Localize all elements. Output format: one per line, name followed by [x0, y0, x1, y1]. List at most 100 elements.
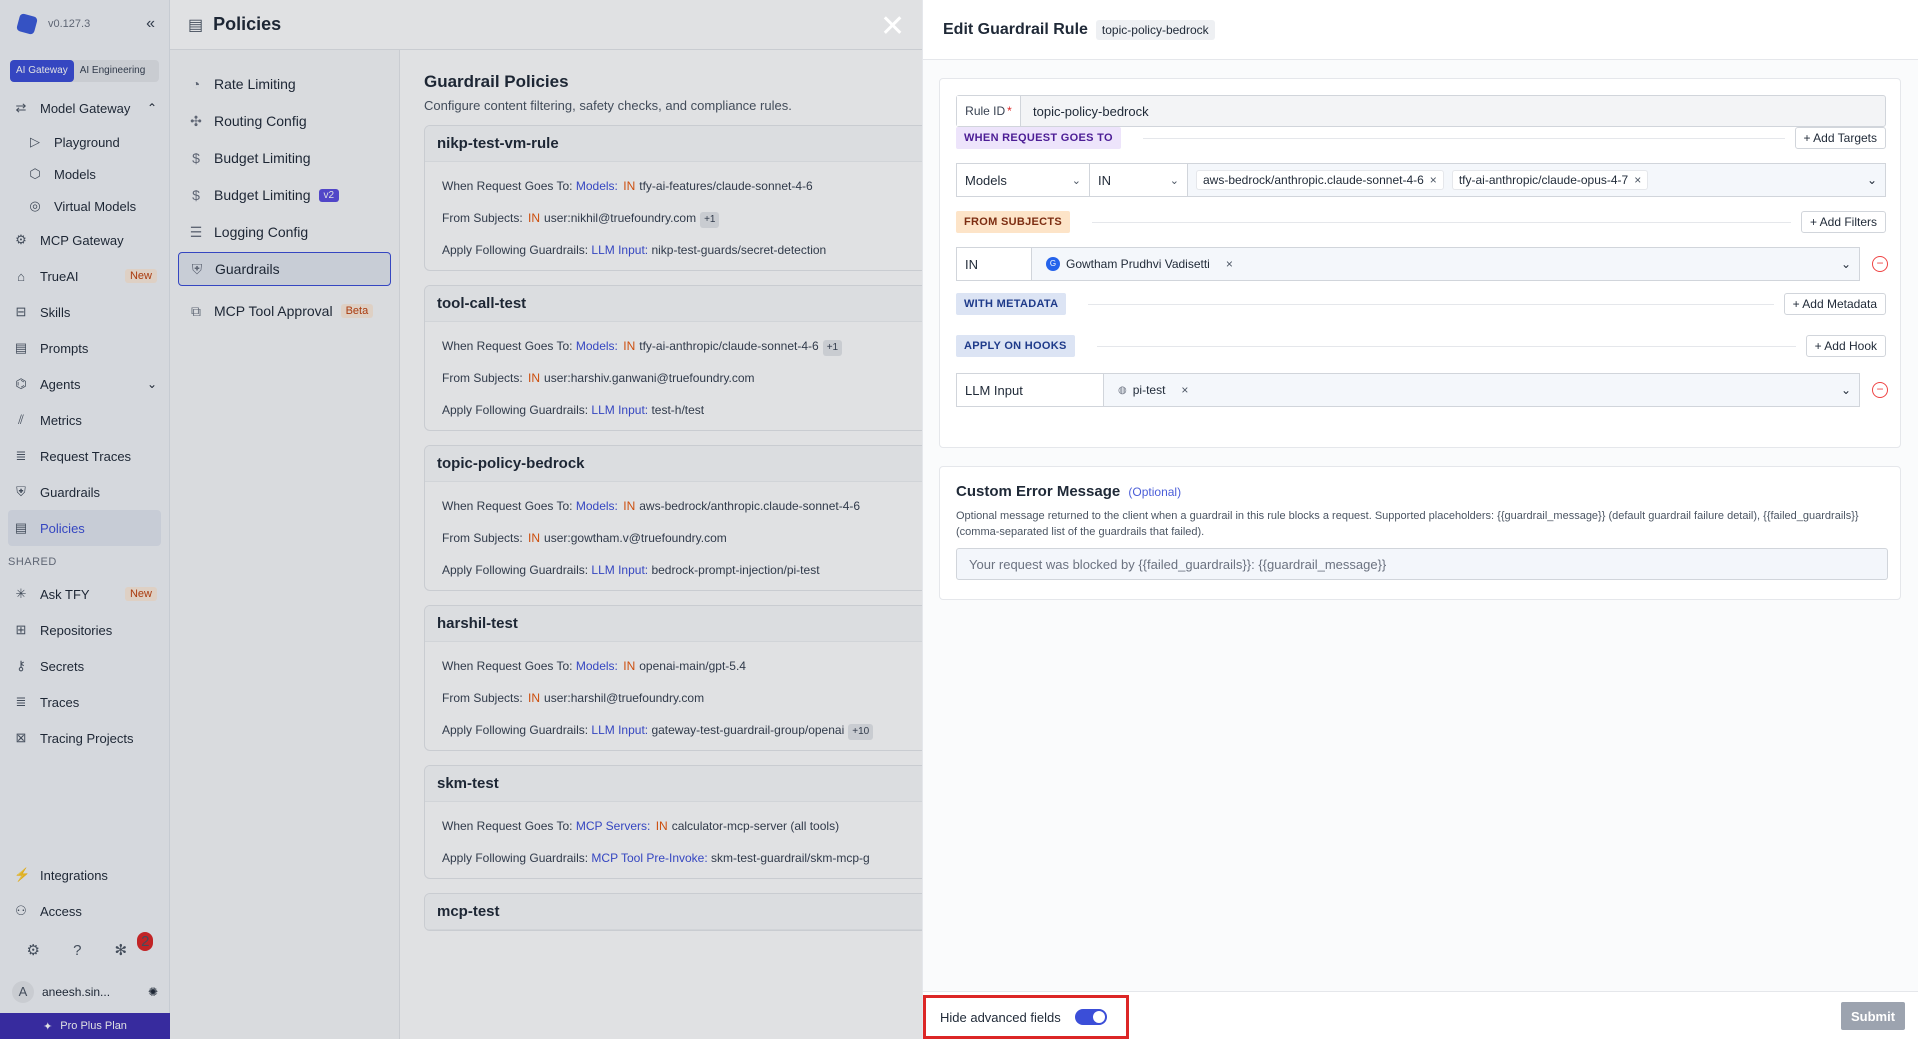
hook-select[interactable]: LLM Input	[956, 373, 1104, 407]
target-value: calculator-mcp-server (all tools)	[671, 819, 840, 833]
avatar: A	[12, 981, 34, 1003]
sidebar-item-guardrails[interactable]: ⛨ Guardrails	[0, 474, 169, 510]
sidebar-item-access[interactable]: ⚇ Access	[0, 893, 170, 929]
add-metadata-button[interactable]: + Add Metadata	[1783, 293, 1886, 315]
theme-icon[interactable]: ✺	[148, 985, 158, 999]
hide-advanced-fields-toggle[interactable]	[1074, 1009, 1107, 1025]
apply-label: Apply Following Guardrails:	[442, 243, 589, 257]
subject-values-select[interactable]: G Gowtham Prudhvi Vadisetti × ⌄	[1032, 247, 1860, 281]
bottom-nav: ⚡ Integrations ⚇ Access	[0, 857, 170, 929]
sidebar-item-traces[interactable]: ≣ Traces	[0, 684, 169, 720]
pro-plus-plan-bar[interactable]: ✦ Pro Plus Plan	[0, 1013, 170, 1039]
mcp-gateway-icon: ⚙	[15, 232, 27, 247]
segment-ai-gateway[interactable]: AI Gateway	[10, 60, 74, 82]
chevron-down-icon: ⌄	[1169, 174, 1179, 187]
bug-icon[interactable]: ✻2	[115, 932, 154, 959]
submit-button[interactable]: Submit	[1841, 1002, 1905, 1030]
sidebar-item-label: TrueAI	[40, 268, 79, 284]
version-label: v0.127.3	[48, 18, 91, 30]
subnav-item-label: MCP Tool Approval	[214, 303, 333, 319]
settings-icon[interactable]: ⚙	[27, 941, 40, 959]
model-gateway-icon: ⇄	[15, 100, 27, 115]
chevron-down-icon[interactable]: ⌄	[147, 377, 157, 391]
sidebar-item-secrets[interactable]: ⚷ Secrets	[0, 648, 169, 684]
sidebar-item-repositories[interactable]: ⊞ Repositories	[0, 612, 169, 648]
sidebar-item-skills[interactable]: ⊟ Skills	[0, 294, 169, 330]
tracing-projects-icon: ⊠	[15, 730, 27, 745]
sidebar-item-ask-tfy[interactable]: ✳ Ask TFY New	[0, 576, 169, 612]
remove-chip-icon[interactable]: ×	[1181, 383, 1188, 397]
metrics-icon: ⫽	[18, 412, 24, 427]
sidebar-item-trueai[interactable]: ⌂ TrueAI New	[0, 258, 169, 294]
remove-chip-icon[interactable]: ×	[1226, 257, 1233, 271]
subnav-item-mcp-tool-approval[interactable]: ⧉ MCP Tool Approval Beta	[178, 294, 391, 328]
policy-subject-row: From Subjects: IN user:harshiv.ganwani@tr…	[442, 362, 922, 394]
page-title: Policies	[213, 14, 282, 34]
mcp-tool-approval-icon: ⧉	[191, 302, 201, 319]
target-value: openai-main/gpt-5.4	[639, 659, 746, 673]
policy-card[interactable]: nikp-test-vm-rule When Request Goes To: M…	[424, 125, 922, 271]
subject-operator-select[interactable]: IN	[956, 247, 1032, 281]
policy-guardrail-row: Apply Following Guardrails: LLM Input: t…	[442, 394, 922, 426]
help-icon[interactable]: ?	[73, 942, 81, 959]
add-hook-button[interactable]: + Add Hook	[1805, 335, 1886, 357]
rule-id-field[interactable]: Rule ID * topic-policy-bedrock	[956, 95, 1886, 127]
sidebar-item-agents[interactable]: ⌬ Agents ⌄	[0, 366, 169, 402]
subnav-item-budget-limiting[interactable]: $ Budget Limiting	[178, 141, 391, 175]
divider	[1088, 303, 1774, 305]
sidebar-item-virtual-models[interactable]: ◎ Virtual Models	[0, 190, 169, 222]
subnav-item-guardrails[interactable]: ⛨ Guardrails	[178, 252, 391, 286]
policy-card[interactable]: skm-test When Request Goes To: MCP Server…	[424, 765, 922, 879]
sidebar-item-policies[interactable]: ▤ Policies	[8, 510, 161, 546]
sidebar-item-mcp-gateway[interactable]: ⚙ MCP Gateway	[0, 222, 169, 258]
sidebar-item-label: Traces	[40, 694, 80, 710]
guardrail-value: bedrock-prompt-injection/pi-test	[651, 563, 820, 577]
sidebar-item-models[interactable]: ⬡ Models	[0, 158, 169, 190]
policy-card[interactable]: tool-call-test When Request Goes To: Mode…	[424, 285, 922, 431]
chevron-up-icon[interactable]: ⌃	[147, 101, 157, 115]
target-operator-select[interactable]: IN ⌄	[1090, 163, 1188, 197]
policy-card-rows: When Request Goes To: Models: IN aws-bedr…	[425, 482, 922, 590]
subnav-item-rate-limiting[interactable]: ◔ Rate Limiting	[178, 67, 391, 101]
sparkle-icon: ✦	[43, 1020, 53, 1033]
sidebar-item-metrics[interactable]: ⫽ Metrics	[0, 402, 169, 438]
sidebar-item-label: Tracing Projects	[40, 730, 134, 746]
sidebar-item-tracing-projects[interactable]: ⊠ Tracing Projects	[0, 720, 169, 756]
segment-ai-engineering[interactable]: AI Engineering	[74, 60, 152, 82]
add-filters-button[interactable]: + Add Filters	[1800, 211, 1886, 233]
subnav-item-logging-config[interactable]: ☰ Logging Config	[178, 215, 391, 249]
hook-guardrails-select[interactable]: ◍ pi-test × ⌄	[1104, 373, 1860, 407]
sidebar-item-prompts[interactable]: ▤ Prompts	[0, 330, 169, 366]
policy-card[interactable]: harshil-test When Request Goes To: Models…	[424, 605, 922, 751]
chevron-double-left-icon[interactable]: «	[146, 15, 155, 33]
target-values-select[interactable]: aws-bedrock/anthropic.claude-sonnet-4-6 …	[1188, 163, 1886, 197]
divider	[1096, 345, 1796, 347]
subnav-item-budget-limiting[interactable]: $ Budget Limiting v2	[178, 178, 391, 212]
subjects-row: IN G Gowtham Prudhvi Vadisetti × ⌄	[956, 247, 1860, 281]
guardrail-chip-label: pi-test	[1132, 383, 1166, 397]
guardrail-value: test-h/test	[651, 403, 705, 417]
remove-row-icon[interactable]: −	[1872, 382, 1888, 398]
rule-id-label-text: Rule ID	[965, 104, 1006, 118]
remove-chip-icon[interactable]: ×	[1430, 173, 1437, 187]
custom-error-message-box: Custom Error Message (Optional) Optional…	[939, 466, 1901, 600]
remove-chip-icon[interactable]: ×	[1634, 173, 1641, 187]
hook-kind: MCP Tool Pre-Invoke:	[591, 851, 708, 865]
sidebar-item-request-traces[interactable]: ≣ Request Traces	[0, 438, 169, 474]
close-icon[interactable]: ✕	[880, 12, 905, 42]
policy-card[interactable]: topic-policy-bedrock When Request Goes To…	[424, 445, 922, 591]
remove-row-icon[interactable]: −	[1872, 256, 1888, 272]
custom-error-input[interactable]: Your request was blocked by {{failed_gua…	[956, 548, 1888, 580]
add-targets-button[interactable]: + Add Targets	[1794, 127, 1886, 149]
drawer-header: Edit Guardrail Rule topic-policy-bedrock	[923, 0, 1918, 60]
guardrail-policies-subtitle: Configure content filtering, safety chec…	[424, 98, 792, 113]
user-row[interactable]: A aneesh.sin... ✺	[0, 971, 170, 1013]
sidebar-item-model-gateway[interactable]: ⇄ Model Gateway ⌃	[0, 90, 169, 126]
sidebar-item-label: Integrations	[40, 867, 108, 883]
policy-card[interactable]: mcp-test	[424, 893, 922, 931]
sidebar-item-integrations[interactable]: ⚡ Integrations	[0, 857, 170, 893]
sidebar-item-playground[interactable]: ▷ Playground	[0, 126, 169, 158]
target-type-select[interactable]: Models ⌄	[956, 163, 1090, 197]
shared-section-label: SHARED	[8, 556, 57, 568]
subnav-item-routing-config[interactable]: ✣ Routing Config	[178, 104, 391, 138]
